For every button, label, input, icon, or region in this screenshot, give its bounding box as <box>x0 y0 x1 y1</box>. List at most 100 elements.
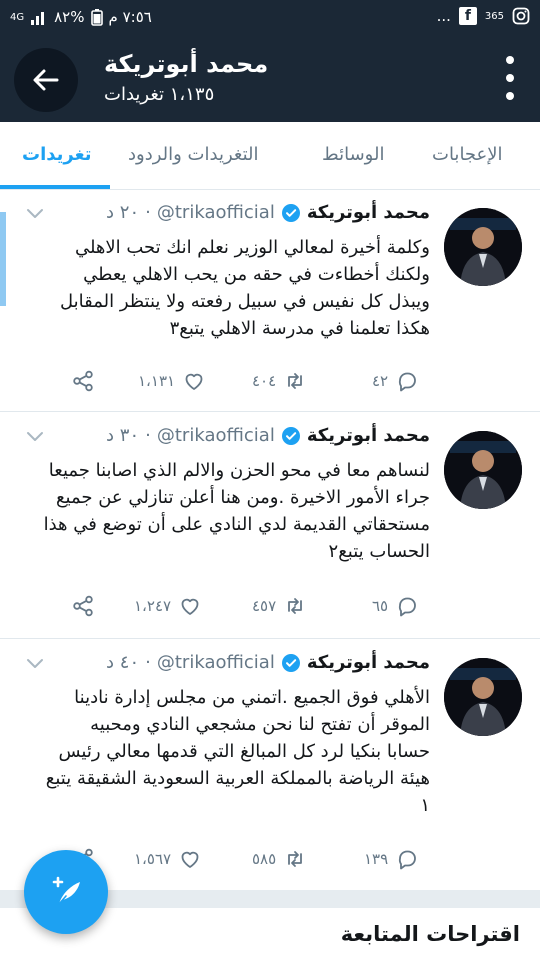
menu-dot <box>506 74 514 82</box>
tab-tweets[interactable]: تغريدات <box>22 144 92 165</box>
reply-icon <box>399 597 417 617</box>
tab-tweets-and-replies[interactable]: التغريدات والردود <box>128 144 259 165</box>
author-name[interactable]: محمد أبوتريكة <box>307 202 430 223</box>
tweet-time: ٤٠ د <box>106 652 140 673</box>
verified-badge-icon <box>281 203 300 222</box>
tweet-header: محمد أبوتريكة @trikaofficial · ٣٠ د <box>106 425 430 446</box>
retweet-count: ٤٥٧ <box>252 597 277 615</box>
tweet-text: وكلمة أخيرة لمعالي الوزير نعلم انك تحب ا… <box>20 234 430 342</box>
tweet-line: ويبذل كل نفيس في سبيل رفعته ولا ينتظر ال… <box>59 291 430 312</box>
tweet-text: لنساهم معا في محو الحزن والالم الذي اصاب… <box>20 457 430 565</box>
profile-header: محمد أبوتريكة ١،١٣٥ تغريدات <box>0 34 540 122</box>
tweet-line: هيئة الرياضة بالمملكة العربية السعودية ا… <box>45 768 430 789</box>
retweet-button[interactable]: ٤٥٧ <box>252 595 306 617</box>
back-button[interactable] <box>14 48 78 112</box>
signal-icon <box>31 12 45 25</box>
avatar-image <box>444 208 522 286</box>
reply-count: ١٣٩ <box>364 850 389 868</box>
like-button[interactable]: ١،٢٤٧ <box>134 595 201 617</box>
author-handle: @trikaofficial <box>156 652 275 673</box>
avatar-image <box>444 658 522 736</box>
avatar[interactable] <box>444 658 522 736</box>
tweet-time: ٣٠ د <box>106 425 140 446</box>
like-count: ١،٢٤٧ <box>134 597 172 615</box>
like-button[interactable]: ١،٥٦٧ <box>134 848 201 870</box>
tweet-actions: ١،١٣١ ٤٠٤ ٤٢ <box>0 370 430 400</box>
chevron-down-icon[interactable] <box>24 652 46 674</box>
thread-indicator <box>0 212 6 306</box>
profile-tabs: تغريدات التغريدات والردود الوسائط الإعجا… <box>0 122 540 190</box>
share-icon <box>73 595 93 617</box>
tweet-line: ولكنك أخطاءت في حقه من يحب الاهلي يعطي <box>83 264 430 285</box>
reply-button[interactable]: ١٣٩ <box>364 848 418 870</box>
tweet-header: محمد أبوتريكة @trikaofficial · ٢٠ د <box>106 202 430 223</box>
retweet-button[interactable]: ٥٨٥ <box>252 848 306 870</box>
status-right: ... f 365 <box>437 7 530 25</box>
avatar[interactable] <box>444 431 522 509</box>
author-name[interactable]: محمد أبوتريكة <box>307 425 430 446</box>
active-tab-indicator <box>0 185 110 189</box>
reply-icon <box>399 850 417 870</box>
tweet-line: وكلمة أخيرة لمعالي الوزير نعلم انك تحب ا… <box>74 237 430 258</box>
retweet-button[interactable]: ٤٠٤ <box>252 370 306 392</box>
status-time: ٧:٥٦ م <box>108 8 152 26</box>
tweet-text: الأهلي فوق الجميع .اتمني من مجلس إدارة ن… <box>20 684 430 819</box>
share-icon <box>73 370 93 392</box>
arrow-left-icon <box>33 69 59 91</box>
battery-level: %٨٢ <box>54 8 85 26</box>
retweet-icon <box>288 598 303 614</box>
verified-badge-icon <box>281 426 300 445</box>
author-handle: @trikaofficial <box>156 425 275 446</box>
compose-tweet-button[interactable] <box>24 850 108 934</box>
like-count: ١،١٣١ <box>138 372 176 390</box>
tweet-line: لنساهم معا في محو الحزن والالم الذي اصاب… <box>48 460 430 481</box>
tab-likes[interactable]: الإعجابات <box>432 144 503 165</box>
reply-button[interactable]: ٦٥ <box>372 595 418 617</box>
retweet-count: ٥٨٥ <box>252 850 277 868</box>
reply-icon <box>399 372 417 392</box>
tweet-card[interactable]: محمد أبوتريكة @trikaofficial · ٣٠ د لنسا… <box>0 413 540 639</box>
tweet-actions: ١،٢٤٧ ٤٥٧ ٦٥ <box>0 595 430 625</box>
like-button[interactable]: ١،١٣١ <box>138 370 205 392</box>
menu-dot <box>506 56 514 64</box>
instagram-icon <box>512 7 530 25</box>
facebook-icon: f <box>458 7 477 25</box>
like-count: ١،٥٦٧ <box>134 850 172 868</box>
tweet-line: ١ <box>420 795 430 816</box>
tweet-line: مستحقاتي القديمة لدي النادي على أن توضع … <box>43 514 430 535</box>
heart-icon <box>181 851 199 868</box>
tweet-header: محمد أبوتريكة @trikaofficial · ٤٠ د <box>106 652 430 673</box>
overflow-menu-button[interactable] <box>500 56 520 100</box>
tweet-line: جراء الأمور الاخيرة .ومن هنا أعلن تنازلي… <box>55 487 430 508</box>
reply-count: ٤٢ <box>372 372 389 390</box>
tweet-line: الأهلي فوق الجميع .اتمني من مجلس إدارة ن… <box>74 687 430 708</box>
battery-icon <box>90 9 103 26</box>
reply-count: ٦٥ <box>372 597 389 615</box>
chevron-down-icon[interactable] <box>24 202 46 224</box>
chevron-down-icon[interactable] <box>24 425 46 447</box>
header-titles: محمد أبوتريكة ١،١٣٥ تغريدات <box>104 50 268 105</box>
share-button[interactable] <box>72 595 94 617</box>
who-to-follow-title: اقتراحات المتابعة <box>340 922 520 946</box>
separator-dot: · <box>145 425 151 446</box>
tweet-count: ١،١٣٥ تغريدات <box>104 84 215 105</box>
app-365-badge: 365 <box>484 10 504 22</box>
author-handle: @trikaofficial <box>156 202 275 223</box>
network-type: 4G <box>10 11 25 23</box>
retweet-icon <box>288 373 303 389</box>
separator-dot: · <box>145 652 151 673</box>
author-name[interactable]: محمد أبوتريكة <box>307 652 430 673</box>
status-bar: ٧:٥٦ م %٨٢ 4G ... f 365 <box>0 0 540 34</box>
heart-icon <box>181 598 199 615</box>
avatar[interactable] <box>444 208 522 286</box>
menu-dot <box>506 92 514 100</box>
reply-button[interactable]: ٤٢ <box>372 370 418 392</box>
share-button[interactable] <box>72 370 94 392</box>
avatar-image <box>444 431 522 509</box>
tab-media[interactable]: الوسائط <box>322 144 384 165</box>
verified-badge-icon <box>281 653 300 672</box>
profile-name: محمد أبوتريكة <box>104 50 269 78</box>
status-left: ٧:٥٦ م %٨٢ 4G <box>10 8 152 26</box>
tweet-card[interactable]: محمد أبوتريكة @trikaofficial · ٢٠ د وكلم… <box>0 190 540 412</box>
retweet-count: ٤٠٤ <box>252 372 277 390</box>
